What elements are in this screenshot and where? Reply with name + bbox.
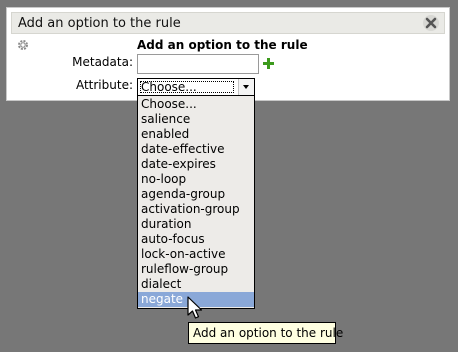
dropdown-item-auto-focus[interactable]: auto-focus: [138, 232, 254, 247]
dropdown-item-duration[interactable]: duration: [138, 217, 254, 232]
dropdown-item-date-expires[interactable]: date-expires: [138, 157, 254, 172]
attribute-label: Attribute:: [75, 78, 133, 92]
attribute-dropdown-list[interactable]: Choose... salience enabled date-effectiv…: [137, 95, 255, 309]
dropdown-item-ruleflow-group[interactable]: ruleflow-group: [138, 262, 254, 277]
dialog-heading: Add an option to the rule: [137, 38, 308, 52]
dropdown-item-enabled[interactable]: enabled: [138, 127, 254, 142]
gear-icon[interactable]: [17, 39, 29, 51]
dropdown-item-salience[interactable]: salience: [138, 112, 254, 127]
dropdown-item-agenda-group[interactable]: agenda-group: [138, 187, 254, 202]
dropdown-item-lock-on-active[interactable]: lock-on-active: [138, 247, 254, 262]
close-icon[interactable]: [422, 14, 440, 32]
select-focus-ring: [140, 81, 234, 93]
dialog-titlebar: Add an option to the rule: [11, 12, 445, 34]
dropdown-item-dialect[interactable]: dialect: [138, 277, 254, 292]
attribute-select[interactable]: Choose...: [137, 78, 255, 96]
add-option-dialog: Add an option to the rule Add an option …: [6, 7, 450, 101]
metadata-input[interactable]: [137, 54, 259, 74]
dropdown-item-no-loop[interactable]: no-loop: [138, 172, 254, 187]
chevron-down-icon[interactable]: [238, 79, 254, 95]
dropdown-item-date-effective[interactable]: date-effective: [138, 142, 254, 157]
metadata-label: Metadata:: [72, 55, 133, 69]
dialog-title: Add an option to the rule: [18, 16, 181, 31]
plus-icon[interactable]: [262, 57, 275, 70]
mouse-pointer-icon: [187, 296, 203, 319]
tooltip: Add an option to the rule: [188, 322, 343, 344]
dropdown-item-activation-group[interactable]: activation-group: [138, 202, 254, 217]
dropdown-item-choose[interactable]: Choose...: [138, 97, 254, 112]
